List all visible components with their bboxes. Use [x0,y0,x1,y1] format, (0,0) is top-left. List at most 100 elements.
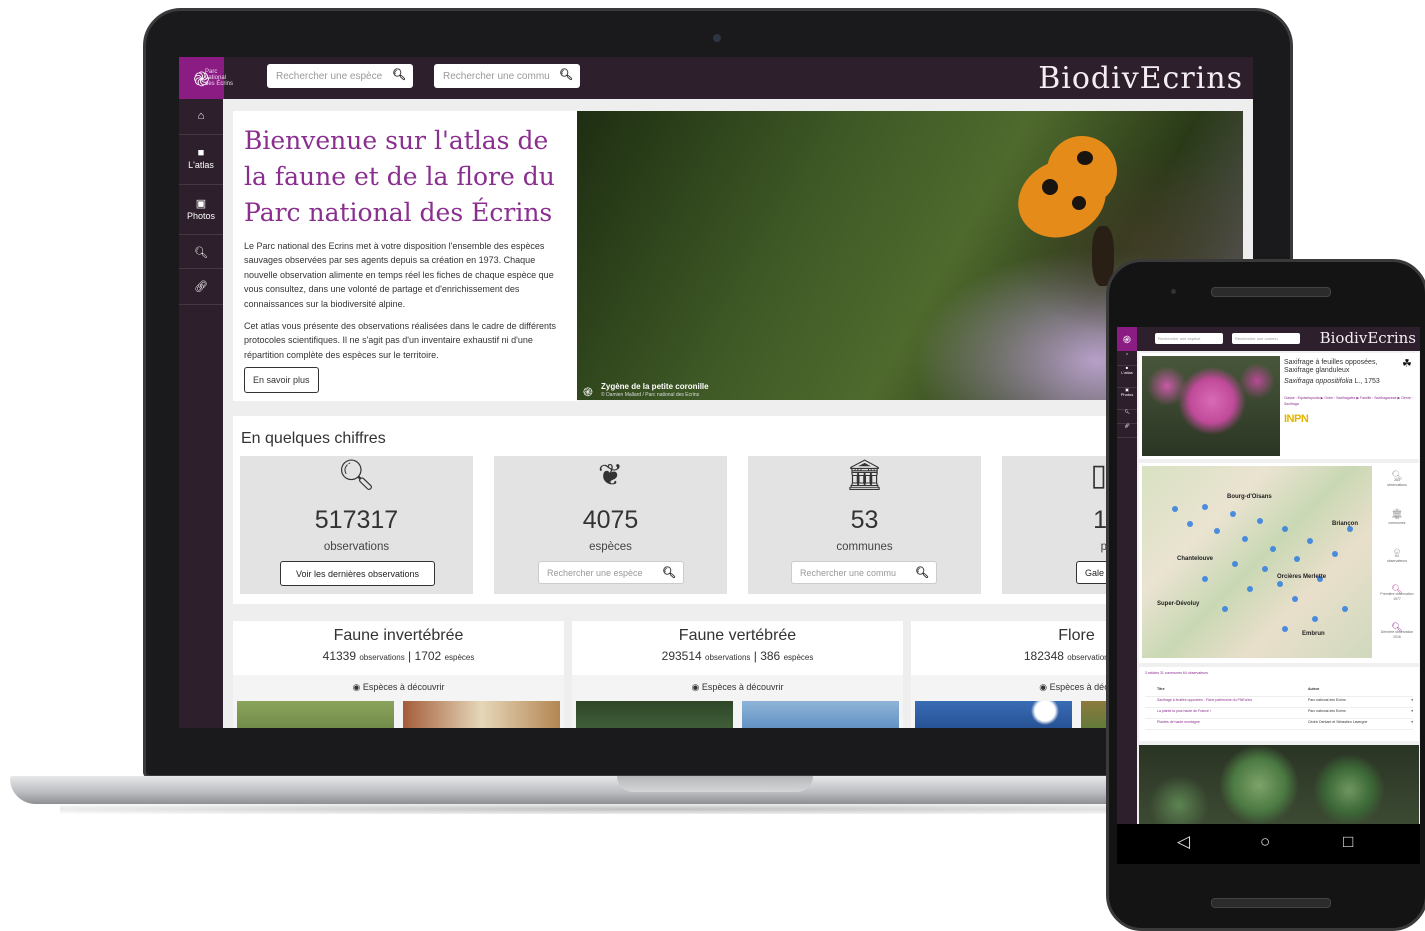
species-latin-name: Saxifraga oppositifolia L., 1753 [1284,378,1380,385]
android-nav-bar: ◁ ○ □ [1117,824,1420,864]
maple-leaf-icon: ☘ [1402,358,1412,370]
table-header: Titre Auteur [1145,687,1413,697]
laptop-camera [713,34,721,42]
photo-credit: © Damien Mallard / Parc national des Ecr… [601,392,700,398]
group-vertebrate[interactable]: Faune vertébrée 293514 observations | 38… [572,621,903,728]
table-tabs[interactable]: 3 articles 31 communes 64 observateurs [1145,671,1413,680]
stat-value: 517317 [314,506,399,534]
discover-species-link[interactable]: ◉ Espèces à découvrir [233,682,564,693]
search-species-input[interactable]: Rechercher une espèce 🔍︎ [267,64,413,88]
map-stat: 🔍︎ Première observation 1977 [1377,585,1417,602]
search-icon[interactable]: 🔍︎ [662,566,676,579]
search-icon[interactable]: 🔍︎ [915,566,929,579]
chevron-down-icon: ▾ [1411,698,1413,702]
wing-spot [1072,196,1086,210]
species-thumbnail[interactable] [742,701,899,728]
sidebar-item-search[interactable]: 🔍︎ [1117,409,1137,424]
stat-observations: 🔍︎ 517317 observations Voir les dernière… [240,456,473,594]
articles-table: 3 articles 31 communes 64 observateurs T… [1139,667,1419,741]
laptop-screen: ֎ Parc national des Écrins Rechercher un… [179,57,1253,728]
phone-sidebar: ⌂ ■ L'atlas ▣ Photos 🔍︎ 🔗︎ [1117,351,1137,824]
phone-brand-logo[interactable]: BiodivEcrins [1320,329,1416,347]
home-button[interactable]: ○ [1260,832,1270,852]
disclaimer-paragraph: Cet atlas vous présente des observations… [244,321,557,360]
map-stat: ☺ 64 observateurs [1377,547,1417,564]
species-header: Saxifrage à feuilles opposées, Saxifrage… [1139,353,1419,459]
group-counts: 293514 observations | 386 espèces [661,649,814,663]
eye-icon: ◉ [352,682,361,692]
sidebar-item-home[interactable]: ⌂ [179,99,223,135]
recents-button[interactable]: □ [1343,832,1353,852]
latest-observations-button[interactable]: Voir les dernières observations [280,561,435,586]
sidebar-item-links[interactable]: 🔗︎ [179,269,223,305]
sidebar-item-photos[interactable]: ▣ Photos [179,185,223,235]
discover-species-link[interactable]: ◉ Espèces à découvrir [572,682,903,693]
group-counts: 41339 observations | 1702 espèces [322,649,475,663]
table-row[interactable]: Plantes de haute montagne Cédric Dentant … [1145,720,1413,730]
search-icon[interactable]: 🔍︎ [392,68,406,81]
home-icon: ⌂ [197,110,205,122]
sidebar-item-atlas[interactable]: ■ L'atlas [1117,365,1137,388]
back-button[interactable]: ◁ [1177,832,1190,852]
species-photo[interactable] [1142,356,1280,456]
group-title: Faune invertébrée [333,627,464,644]
stat-label: communes [836,541,893,553]
stats-section: En quelques chiffres 🔍︎ 517317 observati… [233,416,1243,604]
wing-spot [1042,179,1058,195]
park-logo-text: Parc national des Écrins [205,69,234,87]
table-row[interactable]: Saxifrage à feuilles opposées - Fiche pa… [1145,698,1413,708]
inpn-logo[interactable]: INPN [1284,413,1309,425]
stats-title: En quelques chiffres [241,430,386,447]
species-taxonomy[interactable]: Classe : Equisetopsida ▶ Ordre : Saxifra… [1284,395,1414,407]
phone-bottom-speaker [1211,898,1331,908]
species-thumbnail[interactable] [403,701,560,728]
stat-value: 53 [850,506,879,534]
species-gallery-photo[interactable] [1139,745,1419,824]
search-icon[interactable]: 🔍︎ [559,68,573,81]
photo-caption: Zygène de la petite coronille [601,382,709,391]
species-thumbnail[interactable] [576,701,733,728]
sidebar-item-atlas[interactable]: ■ L'atlas [179,135,223,185]
species-map-panel: Bourg-d'Oisans Briançon Chantelouve Orci… [1139,463,1419,663]
stat-value: 4075 [582,506,639,534]
spiral-logo-icon: ֎ [583,385,593,399]
learn-more-button[interactable]: En savoir plus [244,367,319,393]
stat-search-species-input[interactable]: Rechercher une espèce 🔍︎ [538,561,684,584]
town-hall-icon: 🏛︎ [845,459,884,492]
phone-camera [1171,289,1176,294]
eye-icon: ◉ [691,682,700,692]
search-icon: 🔍︎ [194,247,208,259]
search-icon: 🔍︎ [337,459,376,492]
phone-search-species-input[interactable]: Rechercher une espèce [1155,333,1223,344]
group-title: Faune vertébrée [678,627,797,644]
sidebar-item-links[interactable]: 🔗︎ [1117,423,1137,438]
phone-screen: ֎ Rechercher une espèce Rechercher une c… [1117,327,1420,824]
wing-spot [1077,151,1093,165]
brand-logo[interactable]: BiodivEcrins [1038,61,1243,96]
search-commune-input[interactable]: Rechercher une commu 🔍︎ [434,64,580,88]
search-icon: 🔍︎ [1124,409,1130,414]
leaf-icon: ❦ [597,459,624,492]
table-row[interactable]: La plante la plus haute de France ! Parc … [1145,709,1413,719]
species-thumbnail[interactable] [237,701,394,728]
stat-communes: 🏛︎ 53 communes Rechercher une commu 🔍︎ [748,456,981,594]
stat-label: espèces [589,541,632,553]
sidebar-item-search[interactable]: 🔍︎ [179,235,223,269]
welcome-panel: Bienvenue sur l'atlas de la faune et de … [233,111,577,401]
sidebar-item-home[interactable]: ⌂ [1117,351,1137,366]
phone-top-navbar: ֎ Rechercher une espèce Rechercher une c… [1117,327,1420,351]
laptop-shadow [60,804,1240,814]
phone-search-commune-input[interactable]: Rechercher une commu [1232,333,1300,344]
group-invertebrate[interactable]: Faune invertébrée 41339 observations | 1… [233,621,564,728]
sidebar-item-photos[interactable]: ▣ Photos [1117,387,1137,410]
distribution-map[interactable]: Bourg-d'Oisans Briançon Chantelouve Orci… [1142,466,1372,658]
stat-search-commune-input[interactable]: Rechercher une commu 🔍︎ [791,561,937,584]
stat-label: observations [323,541,390,553]
species-thumbnail[interactable] [915,701,1072,728]
spiral-logo-icon[interactable]: ֎ [1117,327,1137,351]
home-icon: ⌂ [1125,351,1129,356]
camera-icon: ▣ [195,198,207,210]
map-stat: 🔍︎ Dernière observation 2016 [1377,623,1417,640]
laptop-notch [617,776,813,792]
book-icon: ■ [197,147,205,159]
